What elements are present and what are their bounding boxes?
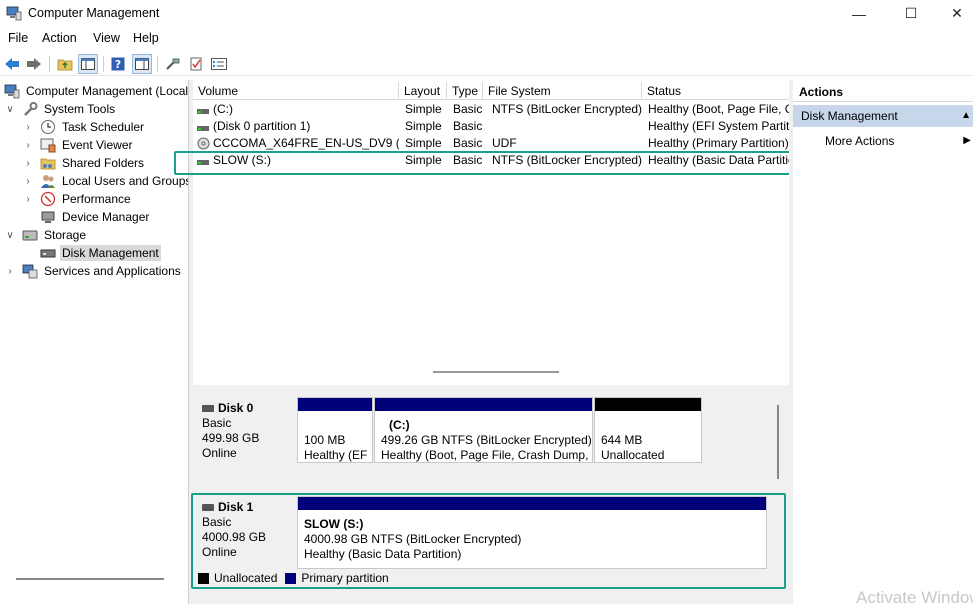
drive-icon xyxy=(197,105,209,114)
table-row[interactable]: CCCOMA_X64FRE_EN-US_DV9 (D:) Simple Basi… xyxy=(193,135,789,152)
event-viewer-icon xyxy=(40,137,56,153)
title-bar: Computer Management — ☐ ✕ xyxy=(0,0,973,27)
tree-item-shared-folders[interactable]: › Shared Folders xyxy=(22,154,146,172)
chevron-right-icon[interactable]: › xyxy=(22,158,34,169)
svg-text:?: ? xyxy=(115,58,121,71)
menu-bar: File Action View Help xyxy=(0,28,973,48)
forward-arrow-icon[interactable] xyxy=(24,54,44,74)
maximize-button[interactable]: ☐ xyxy=(888,0,934,27)
actions-section-disk-management[interactable]: Disk Management ▲ xyxy=(793,105,973,127)
performance-icon xyxy=(40,191,56,207)
primary-partition-swatch xyxy=(285,572,297,584)
disk-0-unallocated[interactable]: 644 MB Unallocated xyxy=(594,397,702,463)
show-hide-console-tree-icon[interactable] xyxy=(78,54,98,74)
tree-item-local-users-groups[interactable]: › Local Users and Groups xyxy=(22,172,188,190)
tree-item-computer-management[interactable]: Computer Management (Local xyxy=(4,82,188,100)
legend: Unallocated Primary partition xyxy=(198,571,389,585)
cd-drive-icon xyxy=(197,137,210,150)
help-icon[interactable]: ? xyxy=(108,54,128,74)
column-header-type[interactable]: Type xyxy=(447,82,483,100)
connect-icon[interactable] xyxy=(163,54,183,74)
actions-pane: Actions Disk Management ▲ More Actions ▶ xyxy=(793,80,973,604)
disk-0-label[interactable]: Disk 0 Basic 499.98 GB Online xyxy=(193,397,291,479)
storage-icon xyxy=(22,227,38,243)
actions-title: Actions xyxy=(793,82,973,102)
clock-icon xyxy=(40,119,56,135)
column-header-status[interactable]: Status xyxy=(642,82,789,100)
menu-view[interactable]: View xyxy=(93,31,120,45)
chevron-right-icon[interactable]: › xyxy=(4,266,16,277)
tree-item-task-scheduler[interactable]: › Task Scheduler xyxy=(22,118,146,136)
tree-item-system-tools[interactable]: ∨ System Tools xyxy=(4,100,117,118)
tree-item-storage[interactable]: ∨ Storage xyxy=(4,226,88,244)
shared-folder-icon xyxy=(40,155,56,171)
chevron-down-icon[interactable]: ∨ xyxy=(4,104,16,115)
close-button[interactable]: ✕ xyxy=(934,0,973,27)
system-tools-icon xyxy=(22,101,38,117)
disk-view-vertical-scrollbar[interactable] xyxy=(777,405,779,479)
drive-icon xyxy=(197,122,209,131)
submenu-arrow-icon: ▶ xyxy=(963,135,971,146)
up-folder-icon[interactable] xyxy=(55,54,75,74)
disk-0-partition-efi[interactable]: 100 MB Healthy (EF xyxy=(297,397,373,463)
tree-item-services-applications[interactable]: › Services and Applications xyxy=(4,262,183,280)
volume-list-horizontal-scrollbar[interactable] xyxy=(433,371,559,373)
column-header-volume[interactable]: Volume xyxy=(193,82,399,100)
computer-management-icon xyxy=(4,83,20,99)
activate-windows-watermark: Activate Windows xyxy=(856,588,973,604)
window-title: Computer Management xyxy=(28,6,160,20)
volume-list-header: Volume Layout Type File System Status xyxy=(193,82,789,100)
computer-management-icon xyxy=(6,6,22,21)
list-view-icon[interactable] xyxy=(209,54,229,74)
menu-action[interactable]: Action xyxy=(42,31,77,45)
chevron-down-icon[interactable]: ∨ xyxy=(4,230,16,241)
properties-checklist-icon[interactable] xyxy=(186,54,206,74)
chevron-right-icon[interactable]: › xyxy=(22,176,34,187)
column-header-layout[interactable]: Layout xyxy=(399,82,447,100)
disk-management-icon xyxy=(40,245,56,261)
tree-item-device-manager[interactable]: Device Manager xyxy=(40,208,151,226)
collapse-up-icon[interactable]: ▲ xyxy=(961,105,971,127)
chevron-right-icon[interactable]: › xyxy=(22,122,34,133)
services-icon xyxy=(22,263,38,279)
show-hide-action-pane-icon[interactable] xyxy=(132,54,152,74)
users-icon xyxy=(40,173,56,189)
column-header-file-system[interactable]: File System xyxy=(483,82,642,100)
menu-file[interactable]: File xyxy=(8,31,28,45)
toolbar: ? xyxy=(0,51,973,76)
selected-volume-highlight xyxy=(174,151,802,175)
disk-icon xyxy=(202,405,214,412)
console-tree: Computer Management (Local ∨ System Tool… xyxy=(0,80,189,604)
tree-item-disk-management[interactable]: Disk Management xyxy=(40,244,161,262)
volume-list: Volume Layout Type File System Status (C… xyxy=(193,80,789,385)
legend-unallocated: Unallocated xyxy=(214,571,278,585)
minimize-button[interactable]: — xyxy=(836,0,882,27)
back-arrow-icon[interactable] xyxy=(2,54,22,74)
tree-item-event-viewer[interactable]: › Event Viewer xyxy=(22,136,134,154)
table-row[interactable]: (Disk 0 partition 1) Simple Basic Health… xyxy=(193,118,789,135)
menu-help[interactable]: Help xyxy=(133,31,159,45)
unallocated-swatch xyxy=(198,572,209,584)
disk-0-partition-c[interactable]: (C:) 499.26 GB NTFS (BitLocker Encrypted… xyxy=(374,397,593,463)
more-actions-item[interactable]: More Actions ▶ xyxy=(825,132,973,150)
device-manager-icon xyxy=(40,209,56,225)
chevron-right-icon[interactable]: › xyxy=(22,140,34,151)
tree-horizontal-scrollbar[interactable] xyxy=(16,578,164,580)
chevron-right-icon[interactable]: › xyxy=(22,194,34,205)
table-row[interactable]: (C:) Simple Basic NTFS (BitLocker Encryp… xyxy=(193,101,789,118)
tree-item-performance[interactable]: › Performance xyxy=(22,190,133,208)
legend-primary-partition: Primary partition xyxy=(301,571,389,585)
